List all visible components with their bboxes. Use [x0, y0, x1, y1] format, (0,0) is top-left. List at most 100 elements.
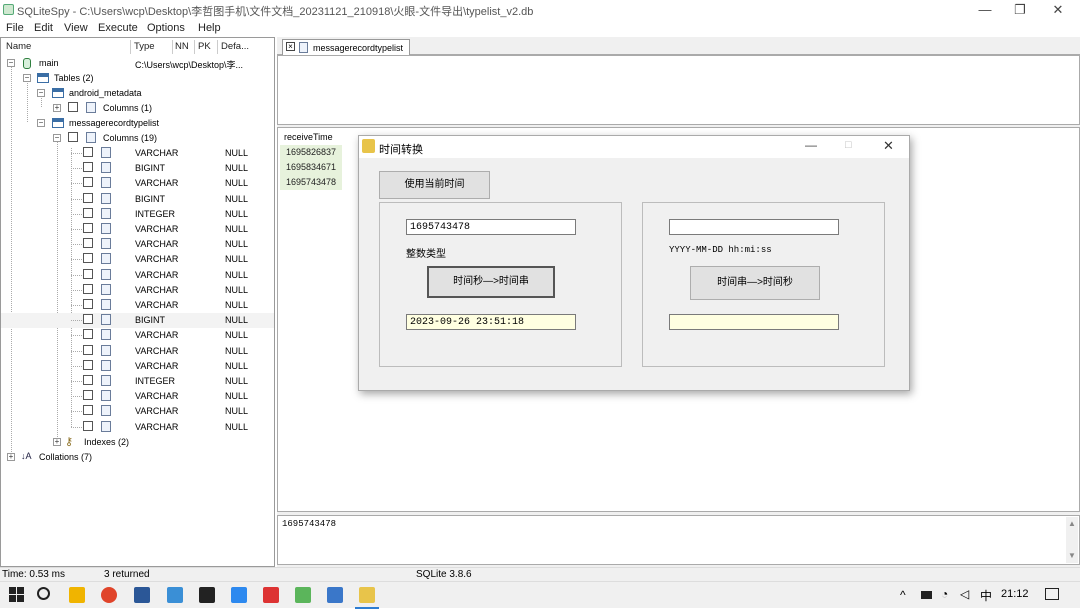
tree-row-main[interactable]: − main C:\Users\wcp\Desktop\李...: [1, 56, 274, 71]
column-checkbox[interactable]: [83, 223, 93, 233]
column-checkbox[interactable]: [83, 359, 93, 370]
result-string-field[interactable]: 2023-09-26 23:51:18: [406, 314, 576, 330]
scrollbar[interactable]: ▲ ▼: [1066, 517, 1078, 563]
schema-tree-pane[interactable]: Name Type NN PK Defa... − main C:\Users\…: [0, 37, 275, 567]
tray-overflow-icon[interactable]: ^: [900, 588, 906, 602]
int-seconds-input[interactable]: 1695743478: [406, 219, 576, 235]
column-checkbox[interactable]: [83, 238, 93, 249]
column-row[interactable]: VARCHAR NULL: [1, 222, 274, 237]
collapse-icon[interactable]: −: [7, 59, 15, 67]
use-current-time-button[interactable]: 使用当前时间: [379, 171, 490, 199]
collapse-icon[interactable]: −: [37, 119, 45, 127]
column-checkbox[interactable]: [83, 375, 93, 385]
collapse-icon[interactable]: −: [37, 89, 45, 97]
expand-icon[interactable]: +: [7, 453, 15, 461]
search-icon[interactable]: [37, 587, 50, 600]
column-checkbox[interactable]: [83, 162, 93, 173]
header-default[interactable]: Defa...: [221, 41, 249, 52]
wps-icon[interactable]: [263, 587, 279, 603]
app-icon[interactable]: [231, 587, 247, 603]
tree-row-columns-1[interactable]: + Columns (1): [1, 101, 274, 116]
cell-value-editor[interactable]: 1695743478 ▲ ▼: [277, 515, 1080, 565]
column-row[interactable]: VARCHAR NULL: [1, 298, 274, 313]
restore-button[interactable]: ❐: [999, 0, 1041, 20]
close-tab-icon[interactable]: ×: [286, 42, 295, 51]
expand-icon[interactable]: +: [53, 438, 61, 446]
dialog-maximize-button[interactable]: □: [845, 139, 852, 151]
column-row[interactable]: VARCHAR NULL: [1, 268, 274, 283]
sqlitespy-taskbar-icon[interactable]: [359, 587, 375, 603]
column-checkbox[interactable]: [83, 192, 93, 203]
column-row[interactable]: VARCHAR NULL: [1, 359, 274, 374]
result-seconds-field[interactable]: [669, 314, 839, 330]
header-type[interactable]: Type: [134, 41, 155, 52]
dialog-close-button[interactable]: ✕: [883, 138, 894, 154]
column-row[interactable]: BIGINT NULL: [1, 192, 274, 207]
column-row[interactable]: VARCHAR NULL: [1, 176, 274, 191]
grid-cell[interactable]: 1695834671: [280, 160, 342, 175]
column-checkbox[interactable]: [83, 299, 93, 309]
tree-row-columns-19[interactable]: − Columns (19): [1, 131, 274, 146]
column-checkbox[interactable]: [68, 102, 78, 112]
column-checkbox[interactable]: [68, 132, 78, 142]
network-icon[interactable]: ◔: [941, 587, 948, 601]
menu-help[interactable]: Help: [198, 22, 221, 34]
column-row[interactable]: INTEGER NULL: [1, 374, 274, 389]
time-string-input[interactable]: [669, 219, 839, 235]
menu-view[interactable]: View: [64, 22, 88, 34]
column-checkbox[interactable]: [83, 390, 93, 401]
tree-row-messagerecordtypelist[interactable]: − messagerecordtypelist: [1, 116, 274, 131]
close-button[interactable]: ✕: [1037, 0, 1079, 20]
notification-icon[interactable]: [1045, 588, 1059, 600]
menu-file[interactable]: File: [6, 22, 24, 34]
header-nn[interactable]: NN: [175, 41, 189, 52]
column-row[interactable]: VARCHAR NULL: [1, 237, 274, 252]
menu-edit[interactable]: Edit: [34, 22, 53, 34]
column-checkbox[interactable]: [83, 405, 93, 416]
expand-icon[interactable]: +: [53, 104, 61, 112]
file-explorer-icon[interactable]: [69, 587, 85, 603]
column-checkbox[interactable]: [83, 268, 93, 279]
scroll-down-icon[interactable]: ▼: [1068, 551, 1076, 560]
header-pk[interactable]: PK: [198, 41, 211, 52]
column-checkbox[interactable]: [83, 420, 93, 431]
ime-indicator[interactable]: 中: [980, 587, 992, 604]
clock[interactable]: 21:12: [1001, 588, 1029, 600]
app-icon[interactable]: [327, 587, 343, 603]
column-row[interactable]: VARCHAR NULL: [1, 344, 274, 359]
scroll-up-icon[interactable]: ▲: [1068, 519, 1076, 528]
tree-row-tables[interactable]: − Tables (2): [1, 71, 274, 86]
tree-row-android-metadata[interactable]: − android_metadata: [1, 86, 274, 101]
column-row[interactable]: VARCHAR NULL: [1, 420, 274, 435]
column-row[interactable]: VARCHAR NULL: [1, 404, 274, 419]
collapse-icon[interactable]: −: [23, 74, 31, 82]
column-checkbox[interactable]: [83, 329, 93, 340]
header-name[interactable]: Name: [6, 41, 31, 52]
column-row[interactable]: VARCHAR NULL: [1, 389, 274, 404]
volume-icon[interactable]: ◁: [960, 587, 969, 601]
dialog-minimize-button[interactable]: —: [805, 138, 817, 152]
column-checkbox[interactable]: [83, 344, 93, 355]
seconds-to-string-button[interactable]: 时间秒—>时间串: [427, 266, 555, 298]
grid-cell[interactable]: 1695743478: [280, 175, 342, 190]
column-header-receivetime[interactable]: receiveTime: [284, 132, 333, 142]
menu-execute[interactable]: Execute: [98, 22, 138, 34]
battery-icon[interactable]: [921, 591, 932, 599]
tree-row-collations[interactable]: + ↓A Collations (7): [1, 450, 274, 465]
menu-options[interactable]: Options: [147, 22, 185, 34]
column-checkbox[interactable]: [83, 314, 93, 325]
column-row[interactable]: VARCHAR NULL: [1, 146, 274, 161]
column-row[interactable]: BIGINT NULL: [1, 313, 274, 329]
column-checkbox[interactable]: [83, 177, 93, 188]
column-checkbox[interactable]: [83, 283, 93, 294]
string-to-seconds-button[interactable]: 时间串—>时间秒: [690, 266, 820, 300]
column-row[interactable]: INTEGER NULL: [1, 207, 274, 222]
windows-start-icon[interactable]: [9, 587, 25, 603]
app-icon[interactable]: [295, 587, 311, 603]
column-checkbox[interactable]: [83, 207, 93, 218]
column-row[interactable]: BIGINT NULL: [1, 161, 274, 176]
tab-messagerecordtypelist[interactable]: × messagerecordtypelist: [282, 39, 410, 56]
column-checkbox[interactable]: [83, 253, 93, 264]
column-row[interactable]: VARCHAR NULL: [1, 252, 274, 267]
grid-cell[interactable]: 1695826837: [280, 145, 342, 160]
